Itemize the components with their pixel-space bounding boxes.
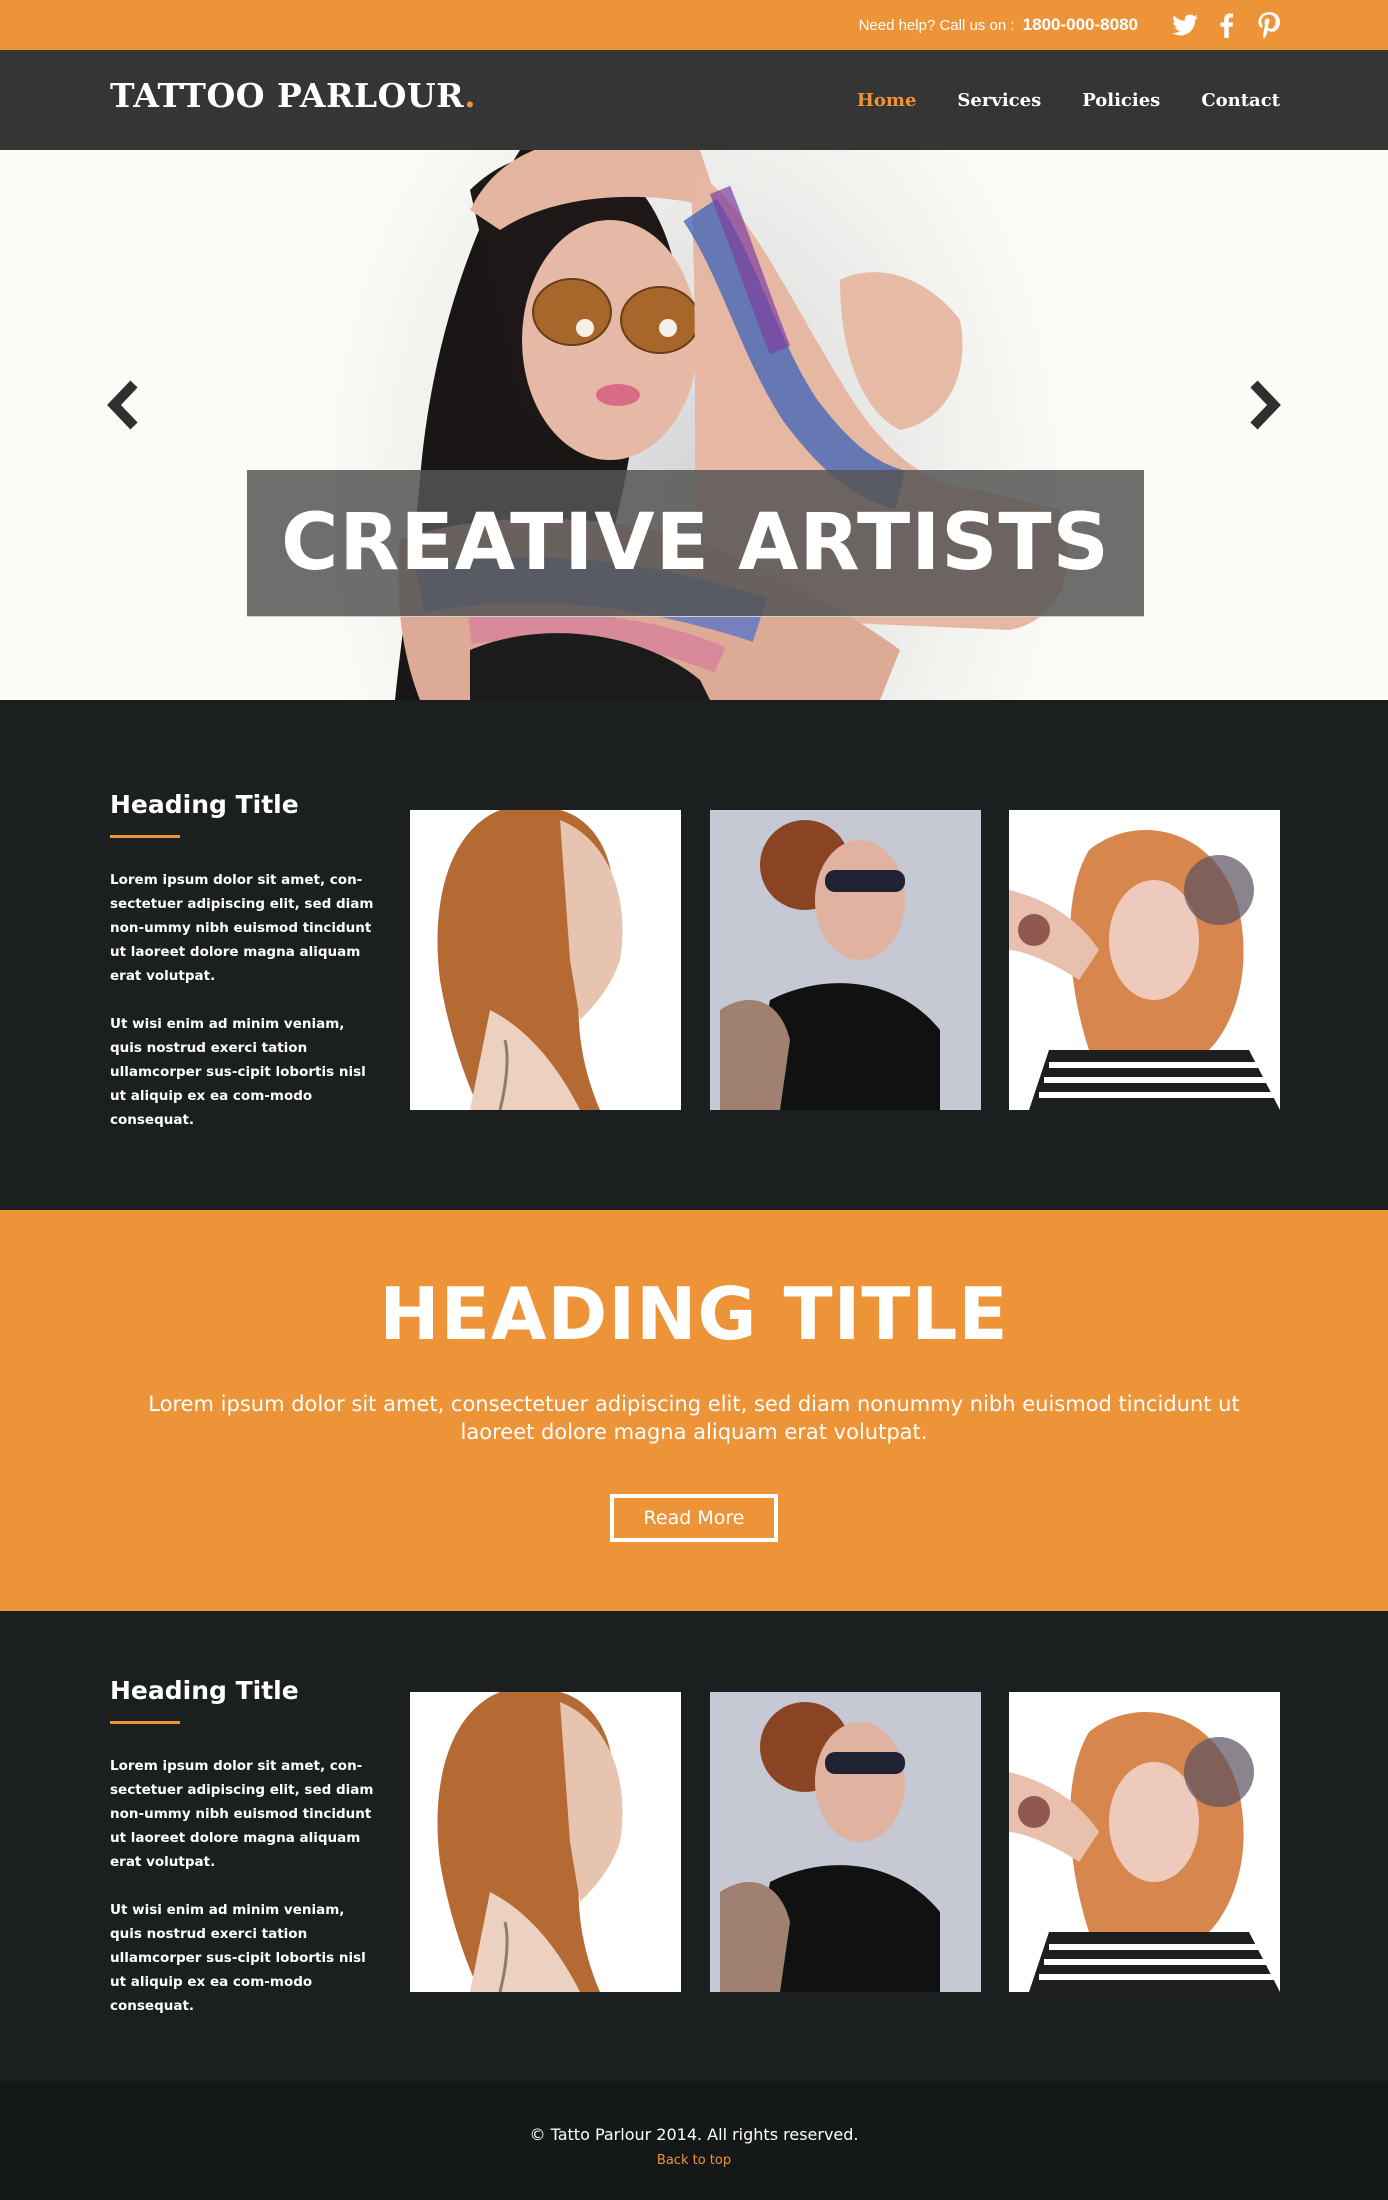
section-text: Heading Title Lorem ipsum dolor sit amet… xyxy=(110,1676,380,2018)
chevron-left-icon xyxy=(107,380,138,430)
top-bar: Need help? Call us on : 1800-000-8080 xyxy=(0,0,1388,50)
feature-band: HEADING TITLE Lorem ipsum dolor sit amet… xyxy=(0,1210,1388,1611)
section-text: Heading Title Lorem ipsum dolor sit amet… xyxy=(110,790,380,1132)
heading-underline xyxy=(110,1721,180,1724)
copyright-text: © Tatto Parlour 2014. All rights reserve… xyxy=(529,2125,859,2144)
band-heading: HEADING TITLE xyxy=(379,1272,1009,1356)
gallery-photo-2[interactable] xyxy=(710,1692,981,1992)
hero-caption: CREATIVE ARTISTS xyxy=(247,470,1144,617)
heading-underline xyxy=(110,835,180,838)
help-contact: Need help? Call us on : 1800-000-8080 xyxy=(859,0,1138,50)
content-section-1: Heading Title Lorem ipsum dolor sit amet… xyxy=(0,700,1388,1210)
help-text: Need help? Call us on : xyxy=(858,17,1015,34)
hero-caption-text: CREATIVE ARTISTS xyxy=(281,498,1110,588)
hero-slider: CREATIVE ARTISTS xyxy=(0,150,1388,700)
main-nav: Home Services Policies Contact xyxy=(857,50,1280,150)
gallery-photo-1[interactable] xyxy=(410,810,681,1110)
section-paragraph-1: Lorem ipsum dolor sit amet, con-sectetue… xyxy=(110,872,374,984)
site-header: TATTOO PARLOUR. Home Services Policies C… xyxy=(0,50,1388,150)
logo-text: TATTOO PARLOUR xyxy=(110,76,465,115)
section-paragraph-1: Lorem ipsum dolor sit amet, con-sectetue… xyxy=(110,1758,374,1870)
section-heading: Heading Title xyxy=(110,1676,299,1705)
gallery-photo-2[interactable] xyxy=(710,810,981,1110)
content-section-2: Heading Title Lorem ipsum dolor sit amet… xyxy=(0,1611,1388,2081)
slider-prev-button[interactable] xyxy=(104,380,144,430)
hero-image xyxy=(395,150,1068,700)
band-text: Lorem ipsum dolor sit amet, consectetuer… xyxy=(148,1392,1240,1444)
site-logo[interactable]: TATTOO PARLOUR. xyxy=(110,76,476,115)
nav-contact[interactable]: Contact xyxy=(1201,90,1280,111)
pinterest-icon[interactable] xyxy=(1255,11,1283,39)
section-heading: Heading Title xyxy=(110,790,299,819)
nav-home[interactable]: Home xyxy=(857,90,917,111)
gallery-photo-3[interactable] xyxy=(1009,1692,1280,1992)
logo-dot: . xyxy=(464,76,477,115)
gallery-photo-3[interactable] xyxy=(1009,810,1280,1110)
chevron-right-icon xyxy=(1250,380,1281,430)
facebook-icon[interactable] xyxy=(1213,11,1241,39)
slider-next-button[interactable] xyxy=(1244,380,1284,430)
nav-policies[interactable]: Policies xyxy=(1082,90,1160,111)
social-links xyxy=(1171,10,1283,40)
site-footer: © Tatto Parlour 2014. All rights reserve… xyxy=(0,2081,1388,2200)
read-more-button[interactable]: Read More xyxy=(610,1494,778,1542)
gallery-photo-1[interactable] xyxy=(410,1692,681,1992)
phone-number[interactable]: 1800-000-8080 xyxy=(1023,15,1138,34)
section-paragraph-2: Ut wisi enim ad minim veniam, quis nostr… xyxy=(110,1902,366,2014)
back-to-top-link[interactable]: Back to top xyxy=(0,2153,1388,2168)
nav-services[interactable]: Services xyxy=(957,90,1041,111)
section-paragraph-2: Ut wisi enim ad minim veniam, quis nostr… xyxy=(110,1016,366,1128)
twitter-icon[interactable] xyxy=(1171,11,1199,39)
